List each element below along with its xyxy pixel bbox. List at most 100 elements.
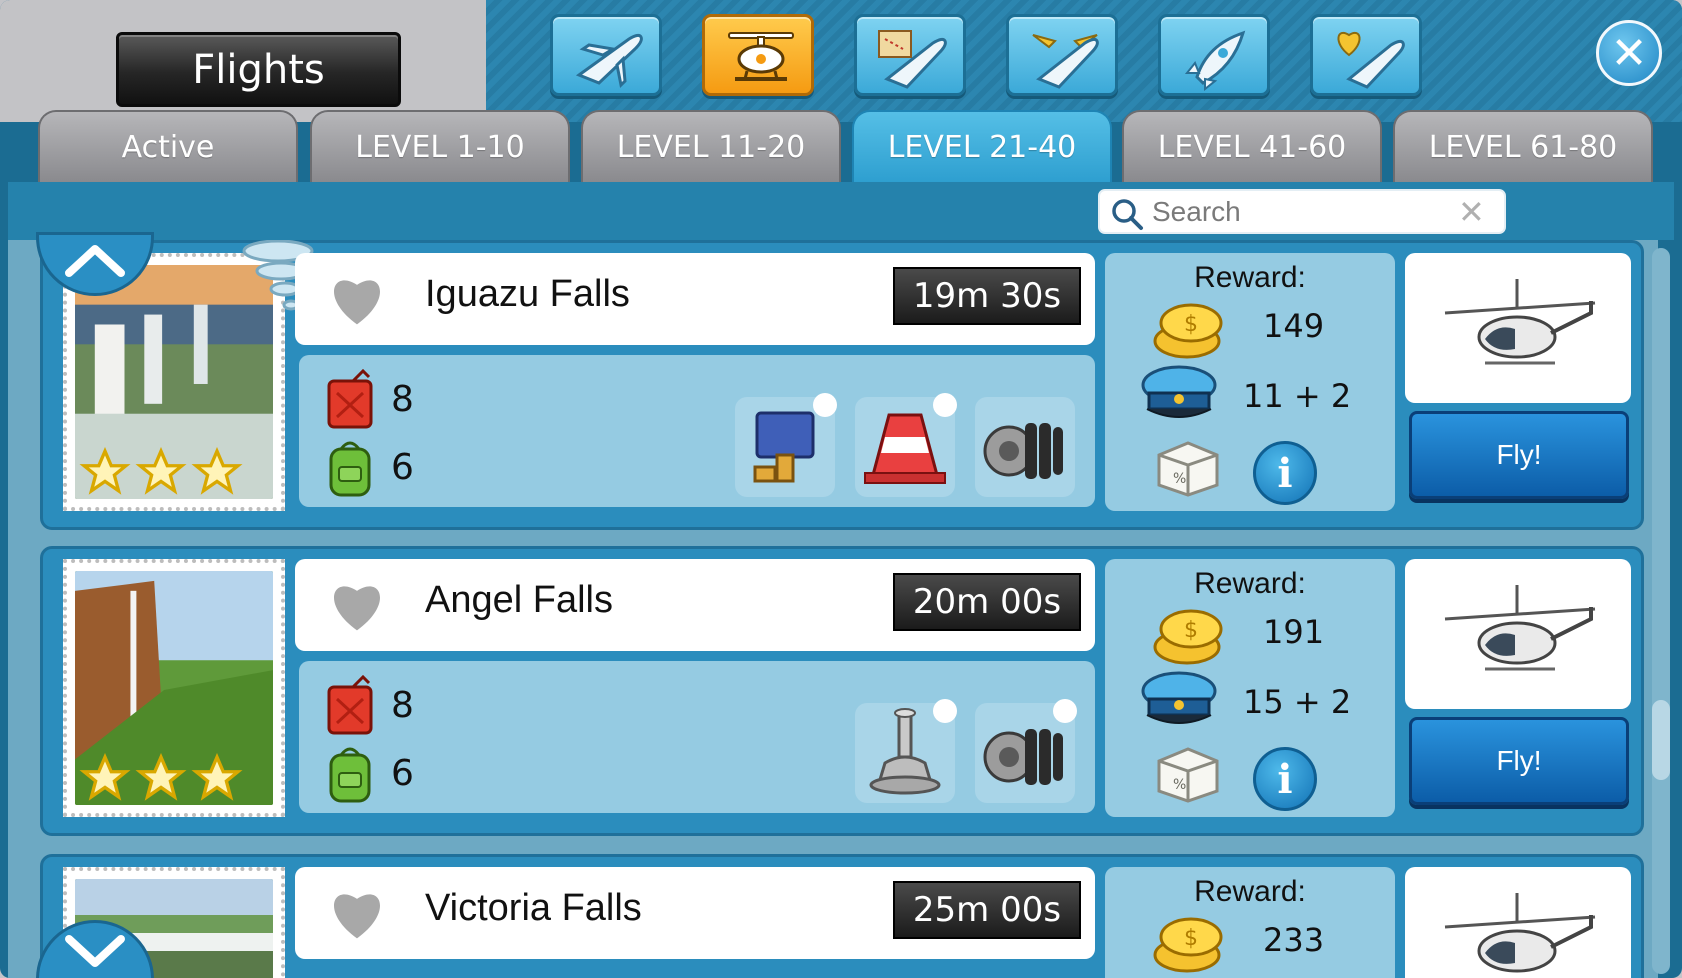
destination-name: Victoria Falls bbox=[425, 887, 642, 929]
backpack-icon bbox=[329, 441, 371, 497]
favorite-heart-icon[interactable] bbox=[325, 269, 389, 327]
scrollbar-thumb[interactable] bbox=[1652, 700, 1670, 780]
close-icon: ✕ bbox=[1610, 27, 1648, 79]
destination-name: Angel Falls bbox=[425, 579, 613, 621]
heart-plane-icon bbox=[1337, 32, 1405, 89]
chevron-down-icon bbox=[65, 935, 125, 967]
part-slot[interactable] bbox=[855, 699, 957, 803]
star-icon bbox=[79, 447, 131, 495]
favorite-heart-icon[interactable] bbox=[325, 575, 389, 633]
flight-title-panel: Victoria Falls 25m 00s bbox=[295, 867, 1095, 959]
svg-text:%: % bbox=[1173, 777, 1186, 793]
pilot-cap-icon bbox=[1141, 671, 1217, 724]
aircraft-preview bbox=[1405, 559, 1631, 709]
info-button[interactable]: i bbox=[1253, 747, 1317, 811]
flight-title-panel: Iguazu Falls 19m 30s bbox=[295, 253, 1095, 345]
category-map-button[interactable] bbox=[854, 14, 966, 96]
close-button[interactable]: ✕ bbox=[1596, 20, 1662, 86]
helicopter-aircraft-icon bbox=[1444, 585, 1596, 671]
engine-part-icon bbox=[983, 423, 1063, 479]
category-favorite-button[interactable] bbox=[1310, 14, 1422, 96]
chevron-up-icon bbox=[65, 245, 125, 277]
helicopter-icon bbox=[728, 32, 794, 81]
xp-reward: 11 + 2 bbox=[1243, 377, 1352, 415]
scrollbar-track[interactable] bbox=[1652, 248, 1670, 974]
category-plane-button[interactable] bbox=[550, 14, 662, 96]
pilot-cap-icon bbox=[1141, 365, 1217, 418]
destination-stamp bbox=[63, 559, 285, 817]
clear-search-icon[interactable]: ✕ bbox=[1458, 193, 1485, 231]
fuel-can-icon bbox=[327, 369, 373, 429]
coins-icon: $ bbox=[1153, 917, 1223, 973]
coin-reward: 149 bbox=[1263, 307, 1325, 345]
favorite-heart-icon[interactable] bbox=[325, 883, 389, 941]
title-area: Flights bbox=[0, 0, 486, 122]
fly-button[interactable]: Fly! bbox=[1409, 717, 1629, 805]
flight-card-iguazu: Iguazu Falls 19m 30s 8 6 Reward: $ 149 1… bbox=[40, 240, 1644, 530]
plane-icon bbox=[575, 33, 643, 89]
coins-icon: $ bbox=[1153, 303, 1223, 359]
category-winged-button[interactable] bbox=[1006, 14, 1118, 96]
fuel-can-icon bbox=[327, 675, 373, 735]
star-icon bbox=[135, 447, 187, 495]
status-dot bbox=[933, 699, 957, 723]
search-input[interactable] bbox=[1152, 195, 1452, 229]
status-dot bbox=[813, 393, 837, 417]
flight-title-panel: Angel Falls 20m 00s bbox=[295, 559, 1095, 651]
part-slot[interactable] bbox=[975, 699, 1077, 803]
mystery-box-icon: % bbox=[1157, 747, 1219, 803]
coin-reward: 233 bbox=[1263, 921, 1325, 959]
reward-panel: Reward: $ 149 11 + 2 % i bbox=[1105, 253, 1395, 511]
passenger-value: 6 bbox=[391, 446, 414, 488]
map-plane-icon bbox=[878, 30, 947, 89]
tab-level-61-80[interactable]: LEVEL 61-80 bbox=[1393, 110, 1653, 182]
status-dot bbox=[933, 393, 957, 417]
tab-level-41-60[interactable]: LEVEL 41-60 bbox=[1122, 110, 1382, 182]
svg-text:$: $ bbox=[1184, 926, 1198, 951]
flight-timer: 25m 00s bbox=[893, 881, 1081, 939]
reward-panel: Reward: $ 191 15 + 2 % i bbox=[1105, 559, 1395, 817]
svg-text:$: $ bbox=[1184, 312, 1198, 337]
star-icon bbox=[79, 753, 131, 801]
xp-reward: 15 + 2 bbox=[1243, 683, 1352, 721]
flight-timer: 19m 30s bbox=[893, 267, 1081, 325]
window-title: Flights bbox=[116, 32, 401, 107]
tab-active[interactable]: Active bbox=[38, 110, 298, 182]
rocket-icon bbox=[1184, 30, 1246, 91]
star-rating bbox=[79, 753, 243, 803]
part-slot[interactable] bbox=[735, 393, 837, 497]
flight-card-victoria: Victoria Falls 25m 00s Reward: $ 233 bbox=[40, 854, 1644, 978]
scroll-down-button[interactable] bbox=[36, 920, 154, 978]
winged-plane-icon bbox=[1032, 34, 1099, 89]
reward-label: Reward: bbox=[1194, 261, 1306, 294]
passenger-requirement: 6 bbox=[323, 437, 414, 497]
svg-text:$: $ bbox=[1184, 618, 1198, 643]
search-box: ✕ bbox=[1098, 189, 1506, 234]
fly-button[interactable]: Fly! bbox=[1409, 411, 1629, 499]
fuel-requirement: 8 bbox=[323, 369, 414, 429]
flight-timer: 20m 00s bbox=[893, 573, 1081, 631]
info-button[interactable]: i bbox=[1253, 441, 1317, 505]
info-icon: i bbox=[1277, 755, 1293, 803]
fuel-requirement: 8 bbox=[323, 675, 414, 735]
requirements-panel: 8 6 bbox=[299, 661, 1095, 813]
passenger-value: 6 bbox=[391, 752, 414, 794]
category-rocket-button[interactable] bbox=[1158, 14, 1270, 96]
tab-level-21-40[interactable]: LEVEL 21-40 bbox=[852, 110, 1112, 182]
svg-text:%: % bbox=[1173, 471, 1186, 487]
category-helicopter-button[interactable] bbox=[702, 14, 814, 96]
star-icon bbox=[135, 753, 187, 801]
coin-reward: 191 bbox=[1263, 613, 1325, 651]
part-slot[interactable] bbox=[975, 397, 1075, 497]
tab-level-11-20[interactable]: LEVEL 11-20 bbox=[581, 110, 841, 182]
mystery-box-icon: % bbox=[1157, 441, 1219, 497]
part-slot[interactable] bbox=[855, 393, 957, 497]
flight-list[interactable]: Iguazu Falls 19m 30s 8 6 Reward: $ 149 1… bbox=[8, 240, 1658, 978]
helicopter-aircraft-icon bbox=[1444, 893, 1596, 973]
flight-card-angel: Angel Falls 20m 00s 8 6 Reward: $ 191 15… bbox=[40, 546, 1644, 836]
star-icon bbox=[191, 753, 243, 801]
flights-window: Flights ✕ Active LEVEL 1-10 LEVEL 11-20 … bbox=[0, 0, 1682, 978]
scroll-up-button[interactable] bbox=[36, 232, 154, 296]
tab-level-1-10[interactable]: LEVEL 1-10 bbox=[310, 110, 570, 182]
star-rating bbox=[79, 447, 243, 497]
